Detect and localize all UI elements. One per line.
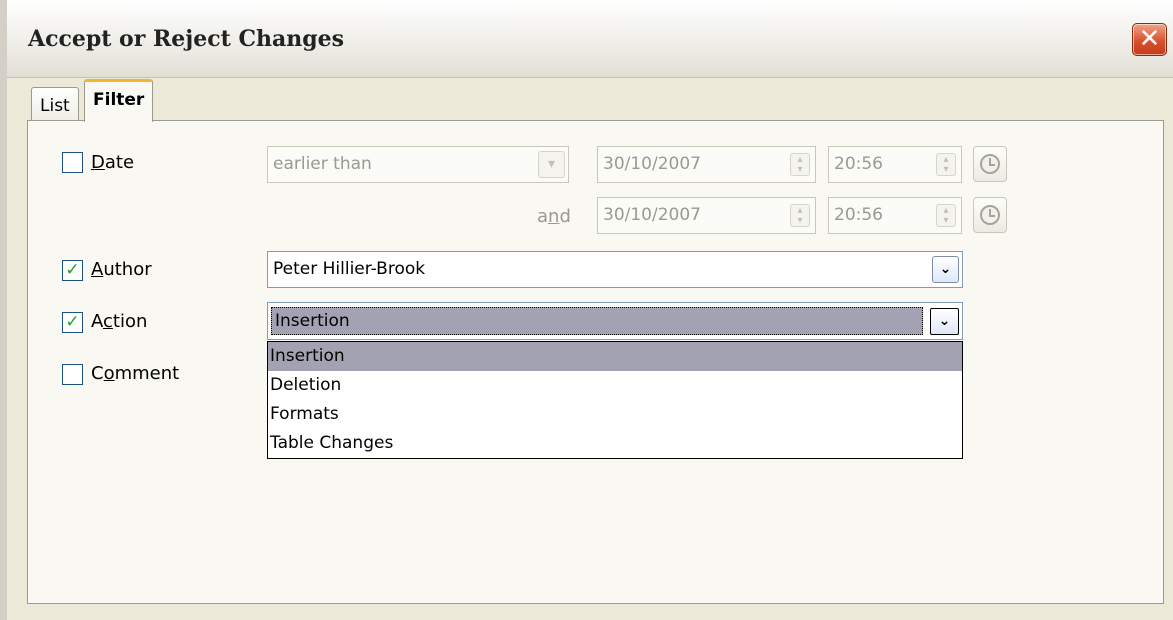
author-select[interactable]: Peter Hillier-Brook ⌄ bbox=[267, 251, 963, 288]
chevron-down-icon: ▾ bbox=[538, 151, 565, 178]
action-select[interactable]: Insertion ⌄ bbox=[267, 302, 963, 340]
action-value: Insertion bbox=[271, 307, 923, 335]
date-condition-value: earlier than bbox=[273, 154, 372, 174]
spin-arrows-icon: ▴ ▾ bbox=[790, 153, 810, 176]
tab-filter[interactable]: Filter bbox=[84, 79, 154, 122]
date-condition-select[interactable]: earlier than ▾ bbox=[267, 146, 569, 183]
author-label: Author bbox=[91, 259, 152, 280]
action-option-formats[interactable]: Formats bbox=[268, 400, 962, 429]
from-time-field[interactable]: 20:56 ▴ ▾ bbox=[828, 146, 962, 183]
spin-arrows-icon: ▴ ▾ bbox=[936, 153, 956, 176]
comment-label: Comment bbox=[91, 363, 180, 384]
chevron-down-icon[interactable]: ⌄ bbox=[930, 308, 959, 335]
dialog-title: Accept or Reject Changes bbox=[28, 26, 344, 52]
spin-arrows-icon: ▴ ▾ bbox=[790, 204, 810, 227]
chevron-down-icon: ⌄ bbox=[932, 256, 959, 283]
from-time-value: 20:56 bbox=[834, 154, 883, 174]
to-time-value: 20:56 bbox=[834, 205, 883, 225]
from-date-field[interactable]: 30/10/2007 ▴ ▾ bbox=[597, 146, 816, 183]
to-time-field[interactable]: 20:56 ▴ ▾ bbox=[828, 197, 962, 234]
action-label: Action bbox=[91, 311, 148, 332]
action-option-deletion[interactable]: Deletion bbox=[268, 371, 962, 400]
set-current-time-button-2[interactable] bbox=[973, 197, 1007, 233]
and-label: and bbox=[537, 206, 571, 227]
close-button[interactable]: ✕ bbox=[1132, 23, 1167, 56]
from-date-value: 30/10/2007 bbox=[603, 154, 701, 174]
action-dropdown-list: Insertion Deletion Formats Table Changes bbox=[267, 341, 963, 459]
date-checkbox[interactable] bbox=[62, 152, 83, 173]
set-current-time-button[interactable] bbox=[973, 146, 1007, 182]
tab-list[interactable]: List bbox=[31, 87, 79, 122]
action-checkbox[interactable]: ✓ bbox=[62, 312, 83, 333]
comment-checkbox[interactable] bbox=[62, 364, 83, 385]
to-date-value: 30/10/2007 bbox=[603, 205, 701, 225]
action-option-insertion[interactable]: Insertion bbox=[268, 342, 962, 371]
to-date-field[interactable]: 30/10/2007 ▴ ▾ bbox=[597, 197, 816, 234]
spin-arrows-icon: ▴ ▾ bbox=[936, 204, 956, 227]
title-bar[interactable]: Accept or Reject Changes bbox=[7, 0, 1173, 78]
author-value: Peter Hillier-Brook bbox=[273, 259, 426, 279]
author-checkbox[interactable]: ✓ bbox=[62, 260, 83, 281]
date-label: Date bbox=[91, 152, 135, 173]
action-option-table-changes[interactable]: Table Changes bbox=[268, 429, 962, 458]
